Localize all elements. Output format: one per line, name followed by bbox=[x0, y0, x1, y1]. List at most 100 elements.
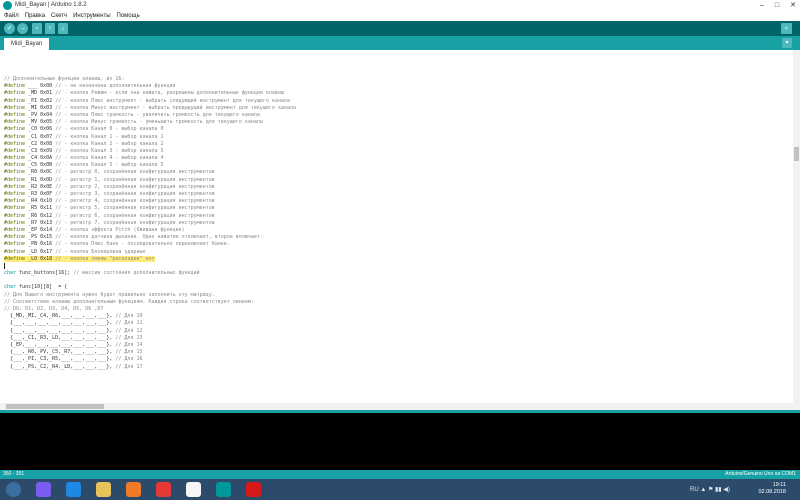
tab-menu-button[interactable]: ▾ bbox=[782, 38, 792, 48]
code-token: // - кнопка Канал 3 - выбор канала 3 bbox=[55, 147, 164, 154]
code-token: // D0, D1, D2, D3, D4, D5, D6 ,D7 bbox=[4, 306, 104, 312]
arrow-down-icon: ↓ bbox=[61, 25, 65, 32]
code-token: // - кнопка Канал 1 - выбор канала 1 bbox=[55, 133, 164, 140]
code-token: _PV 0x04 bbox=[25, 111, 56, 118]
code-token: // Для 14 bbox=[115, 341, 143, 348]
horizontal-scroll-thumb[interactable] bbox=[6, 404, 104, 409]
code-line: #define _PB 0x16 // - кнопка Плюс банк -… bbox=[4, 241, 296, 248]
code-token: char bbox=[4, 270, 17, 277]
taskbar-yandex-browser-icon[interactable] bbox=[186, 482, 201, 497]
code-token: // Для 10 bbox=[115, 313, 143, 320]
code-token: #define bbox=[4, 97, 26, 104]
save-button[interactable]: ↓ bbox=[58, 23, 68, 34]
code-token: _R7 0x13 bbox=[25, 219, 56, 226]
code-token: {___,___,___,___,___,___,___,___}, bbox=[4, 327, 116, 334]
taskbar-media-icon[interactable] bbox=[126, 482, 141, 497]
code-token: func_buttons[16]; bbox=[16, 270, 74, 277]
clock-time: 19:11 bbox=[772, 482, 786, 488]
code-token: _MV 0x05 bbox=[25, 119, 56, 126]
verify-button[interactable]: ✓ bbox=[4, 23, 15, 34]
code-token: // - регистр 0, сохранённая конфигурация… bbox=[55, 169, 215, 176]
code-token: {___,_R0,_PV,_C5,_R7,___,___,___}, bbox=[4, 349, 116, 356]
minimize-button[interactable]: – bbox=[760, 0, 764, 11]
close-button[interactable]: ✕ bbox=[790, 0, 796, 11]
menu-sketch[interactable]: Скетч bbox=[51, 13, 67, 19]
system-tray[interactable]: RU ▲ ⚑ ▮▮ ◀) bbox=[690, 486, 730, 493]
code-line: // Соответствие клавиш дополнительным фу… bbox=[4, 299, 296, 306]
code-line: #define _R0 0x0C // - регистр 0, сохранё… bbox=[4, 169, 296, 176]
code-line: {___,_PS,_C2,_R4,_LD,___,___,___}, // Дл… bbox=[4, 364, 296, 371]
code-token: // Дополнительные функции клавиш, их 16: bbox=[4, 76, 125, 82]
clock-date: 02.08.2018 bbox=[758, 489, 786, 495]
menu-edit[interactable]: Правка bbox=[25, 13, 45, 19]
taskbar-yandex-icon[interactable] bbox=[156, 482, 171, 497]
taskbar-opera-icon[interactable] bbox=[246, 482, 261, 497]
taskbar-folder-icon[interactable] bbox=[96, 482, 111, 497]
code-token: // - кнопка смены "раскладки" нот bbox=[55, 255, 155, 262]
code-token: // - кнопка Канал 5 - выбор канала 5 bbox=[55, 162, 164, 169]
code-token: // - кнопка Плюс банк - последовательно … bbox=[55, 241, 230, 248]
code-token: _MI 0x03 bbox=[25, 104, 56, 111]
code-token: #define bbox=[4, 191, 26, 197]
code-line: {___,_PI,_C3,_R5,___,___,___,___}, // Дл… bbox=[4, 356, 296, 363]
upload-button[interactable]: → bbox=[17, 23, 28, 34]
taskbar-start-orb-icon[interactable] bbox=[6, 482, 21, 497]
code-token: #define bbox=[4, 140, 26, 147]
code-token: #define bbox=[4, 119, 26, 126]
text-cursor bbox=[4, 262, 5, 269]
taskbar-arduino-icon[interactable] bbox=[216, 482, 231, 497]
vertical-scrollbar[interactable] bbox=[793, 50, 800, 410]
open-button[interactable]: ↑ bbox=[45, 23, 55, 34]
code-token: // - кнопка Канал 4 - выбор канала 4 bbox=[55, 155, 164, 162]
code-line: #define _PI 0x02 // - кнопка Плюс инстру… bbox=[4, 98, 296, 105]
clock[interactable]: 19:11 02.08.2018 bbox=[758, 482, 786, 496]
code-token: // - кнопка Минус громкость - уменьшить … bbox=[55, 119, 263, 126]
serial-monitor-button[interactable]: ⌕ bbox=[781, 23, 792, 34]
code-line: char func_buttons[16]; // массив состоян… bbox=[4, 270, 296, 277]
code-token: _C1 0x07 bbox=[25, 133, 56, 140]
code-token: // - кнопка Канал 0 - выбор канала 0 bbox=[55, 126, 164, 133]
menu-help[interactable]: Помощь bbox=[117, 13, 140, 19]
taskbar-alice-icon[interactable] bbox=[36, 482, 51, 497]
code-token: // - кнопка Минус инструмент - выбрать п… bbox=[55, 104, 297, 111]
tab-midi-bayan[interactable]: Midi_Bayan bbox=[4, 38, 50, 50]
chevron-down-icon: ▾ bbox=[785, 40, 789, 46]
code-token: _R3 0x0F bbox=[25, 191, 56, 197]
code-token: #define bbox=[4, 133, 26, 140]
code-token: _LO 0x18 bbox=[25, 255, 56, 262]
code-token: _R6 0x12 bbox=[25, 212, 56, 219]
magnifier-icon: ⌕ bbox=[784, 25, 789, 32]
code-token: _C0 0x06 bbox=[25, 126, 56, 133]
code-token: char bbox=[4, 284, 17, 291]
code-token: // - кнопка Режим - если она нажата, раз… bbox=[55, 90, 284, 97]
code-token: #define bbox=[4, 90, 26, 97]
code-token: #define bbox=[4, 83, 26, 90]
window-title: Midi_Bayan | Arduino 1.8.2 bbox=[15, 2, 87, 8]
code-line: #define _LD 0x17 // - кнопка Блокировка … bbox=[4, 249, 296, 256]
status-bar: 350 - 351 Arduino/Genuino Uno на COM1 bbox=[0, 470, 800, 479]
vertical-scroll-thumb[interactable] bbox=[794, 147, 799, 161]
menu-tools[interactable]: Инструменты bbox=[73, 13, 110, 19]
code-token: _LD 0x17 bbox=[25, 248, 56, 255]
code-editor[interactable]: // Дополнительные функции клавиш, их 16:… bbox=[0, 50, 793, 410]
code-line: {___,___,___,___,___,___,___,___}, // Дл… bbox=[4, 328, 296, 335]
code-token: func[10][8] = { bbox=[16, 284, 68, 291]
code-line: #define _R3 0x0F // - регистр 3, сохранё… bbox=[4, 191, 296, 198]
code-line: #define _R1 0x0D // - регистр 1, сохранё… bbox=[4, 177, 296, 184]
code-line: #define _R7 0x13 // - регистр 7, сохранё… bbox=[4, 220, 296, 227]
board-port-label: Arduino/Genuino Uno на COM1 bbox=[725, 471, 796, 477]
new-button[interactable]: ▫ bbox=[32, 23, 42, 34]
taskbar-ie-icon[interactable] bbox=[66, 482, 81, 497]
menu-file[interactable]: Файл bbox=[4, 13, 19, 19]
code-token: _PS 0x15 bbox=[25, 234, 56, 241]
code-token: #define bbox=[4, 169, 26, 176]
code-token: // Для 11 bbox=[115, 320, 143, 327]
maximize-button[interactable]: □ bbox=[775, 0, 779, 11]
code-token: #define bbox=[4, 234, 26, 241]
code-token: #define bbox=[4, 155, 26, 162]
code-token: _R0 0x0C bbox=[25, 169, 56, 176]
horizontal-scrollbar[interactable] bbox=[0, 403, 793, 410]
code-token: // - кнопка Плюс инструмент - выбрать сл… bbox=[55, 97, 290, 104]
code-token: _R5 0x11 bbox=[25, 205, 56, 212]
code-text: // Дополнительные функции клавиш, их 16:… bbox=[4, 76, 296, 371]
